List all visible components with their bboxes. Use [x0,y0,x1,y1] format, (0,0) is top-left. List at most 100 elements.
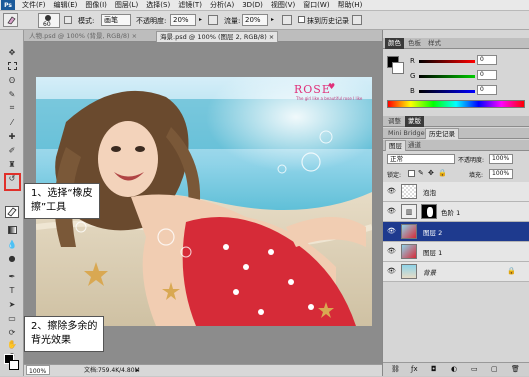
airbrush-icon[interactable] [282,15,292,25]
menu-3d[interactable]: 3D(D) [238,1,267,9]
visibility-eye-icon[interactable]: 👁 [387,228,396,235]
hand-tool-icon[interactable]: ✋ [5,338,19,350]
menu-select[interactable]: 选择(S) [142,0,174,10]
visibility-eye-icon[interactable]: 👁 [387,248,396,255]
layer-row-background[interactable]: 👁 背景 🔒 [383,262,529,282]
menu-file[interactable]: 文件(F) [18,0,50,10]
lock-image-icon[interactable]: ✎ [418,169,424,177]
tab-mini-bridge[interactable]: Mini Bridge [385,128,428,139]
move-tool-icon[interactable]: ✥ [5,46,19,58]
tab-history[interactable]: 历史记录 [425,128,459,139]
callout-step-2-line-1: 2、擦除多余的 [31,321,98,332]
lock-all-icon[interactable]: 🔒 [438,169,447,177]
tab-adjustments[interactable]: 调整 [385,116,404,127]
brush-size-picker[interactable]: 60 [38,13,60,28]
menu-help[interactable]: 帮助(H) [334,0,367,10]
type-tool-icon[interactable]: T [5,284,19,296]
color-spectrum-ramp[interactable] [387,100,525,108]
shape-tool-icon[interactable]: ▭ [5,312,19,324]
gradient-tool-icon[interactable] [5,224,19,236]
add-mask-icon[interactable]: ◘ [431,365,437,373]
flow-label: 流量: [224,17,241,25]
eraser-tool-preset-icon[interactable] [3,13,18,27]
color-panel-tabs: 颜色 色板 样式 [383,38,529,49]
quick-select-tool-icon[interactable]: ✎ [5,88,19,100]
link-layers-icon[interactable]: ⛓ [391,365,400,373]
visibility-eye-icon[interactable]: 👁 [387,268,396,275]
tab-person-psd[interactable]: 人物.psd @ 100% (背景, RGB/8) × [26,31,140,42]
mode-select[interactable]: 画笔 [101,14,131,26]
flow-dropdown-icon[interactable]: ▸ [271,16,277,24]
fx-icon[interactable]: ƒx [411,365,418,373]
menu-layer[interactable]: 图层(L) [111,0,142,10]
color-b-input[interactable]: 0 [477,85,497,95]
brush-panel-toggle-icon[interactable] [64,16,72,24]
color-g-slider[interactable] [419,75,475,78]
history-label: 抹到历史记录 [307,17,349,25]
blur-tool-icon[interactable]: 💧 [5,238,19,250]
menu-view[interactable]: 视图(V) [267,0,299,10]
layer-row-bubbles[interactable]: 👁 泡泡 [383,182,529,202]
color-b-slider[interactable] [419,90,475,93]
panel-background-swatch[interactable] [392,62,404,74]
layer-name: 图层 2 [423,229,443,237]
lock-transparency-icon[interactable] [408,170,415,177]
new-layer-icon[interactable]: ▢ [491,365,498,373]
healing-brush-tool-icon[interactable]: ✚ [5,130,19,142]
eraser-tool-icon[interactable] [5,206,19,218]
pressure-opacity-icon[interactable] [208,15,218,25]
eyedropper-tool-icon[interactable]: ⁄ [5,116,19,128]
lock-position-icon[interactable]: ✥ [428,169,434,177]
opacity-input[interactable]: 20% [170,14,196,26]
path-selection-tool-icon[interactable]: ➤ [5,298,19,310]
status-menu-arrow-icon[interactable]: ▸ [136,365,139,376]
visibility-eye-icon[interactable]: 👁 [387,208,396,215]
visibility-eye-icon[interactable]: 👁 [387,188,396,195]
menu-analysis[interactable]: 分析(A) [206,0,238,10]
menu-filter[interactable]: 滤镜(T) [174,0,206,10]
fill-label: 填充: [469,172,484,179]
crop-tool-icon[interactable]: ⌗ [5,102,19,114]
zoom-level-field[interactable]: 100% [26,365,50,375]
color-g-input[interactable]: 0 [477,70,497,80]
color-r-input[interactable]: 0 [477,55,497,65]
history-checkbox[interactable] [298,16,305,23]
tab-swatches[interactable]: 色板 [405,38,424,49]
new-group-icon[interactable]: ▭ [471,365,478,373]
dodge-tool-icon[interactable]: ● [5,252,19,264]
levels-adjustment-icon: ▥ [401,204,417,219]
tab-styles[interactable]: 样式 [425,38,444,49]
menu-window[interactable]: 窗口(W) [299,0,333,10]
menu-image[interactable]: 图像(I) [81,0,111,10]
clone-stamp-tool-icon[interactable]: ♜ [5,158,19,170]
tab-channels[interactable]: 通道 [405,140,424,151]
brush-tool-icon[interactable]: ✐ [5,144,19,156]
flow-input[interactable]: 20% [242,14,268,26]
background-color-swatch[interactable] [9,360,19,370]
opacity-dropdown-icon[interactable]: ▸ [199,16,205,24]
3d-rotate-tool-icon[interactable]: ⟳ [5,326,19,338]
delete-layer-icon[interactable]: 🗑 [511,365,520,373]
callout-step-1: 1、选择“橡皮 擦”工具 [24,183,100,219]
adjustment-layer-icon[interactable]: ◐ [451,365,457,373]
history-panel-tabs: Mini Bridge 历史记录 [383,128,529,139]
tab-layers[interactable]: 图层 [385,140,406,151]
menu-bar: Ps 文件(F) 编辑(E) 图像(I) 图层(L) 选择(S) 滤镜(T) 分… [0,0,529,11]
layer-opacity-input[interactable]: 100% [489,154,513,164]
blend-mode-select[interactable]: 正常 [387,154,455,164]
tab-seascape-psd[interactable]: 海景.psd @ 100% (图层 2, RGB/8) × [156,31,279,42]
lasso-tool-icon[interactable]: ʘ [5,74,19,86]
marquee-tool-icon[interactable] [5,60,19,72]
layer-name: 色阶 1 [441,209,461,217]
tab-color[interactable]: 颜色 [385,38,404,49]
tab-masks[interactable]: 蒙版 [405,116,424,127]
layer-row-layer-2[interactable]: 👁 图层 2 [383,222,529,242]
color-r-slider[interactable] [419,60,475,63]
callout-step-1-line-1: 1、选择“橡皮 [31,188,93,199]
menu-edit[interactable]: 编辑(E) [50,0,82,10]
pressure-size-icon[interactable] [352,15,362,25]
layer-row-levels[interactable]: 👁 ▥ 色阶 1 [383,202,529,222]
layer-row-layer-1[interactable]: 👁 图层 1 [383,242,529,262]
pen-tool-icon[interactable]: ✒ [5,270,19,282]
fill-input[interactable]: 100% [489,169,513,179]
